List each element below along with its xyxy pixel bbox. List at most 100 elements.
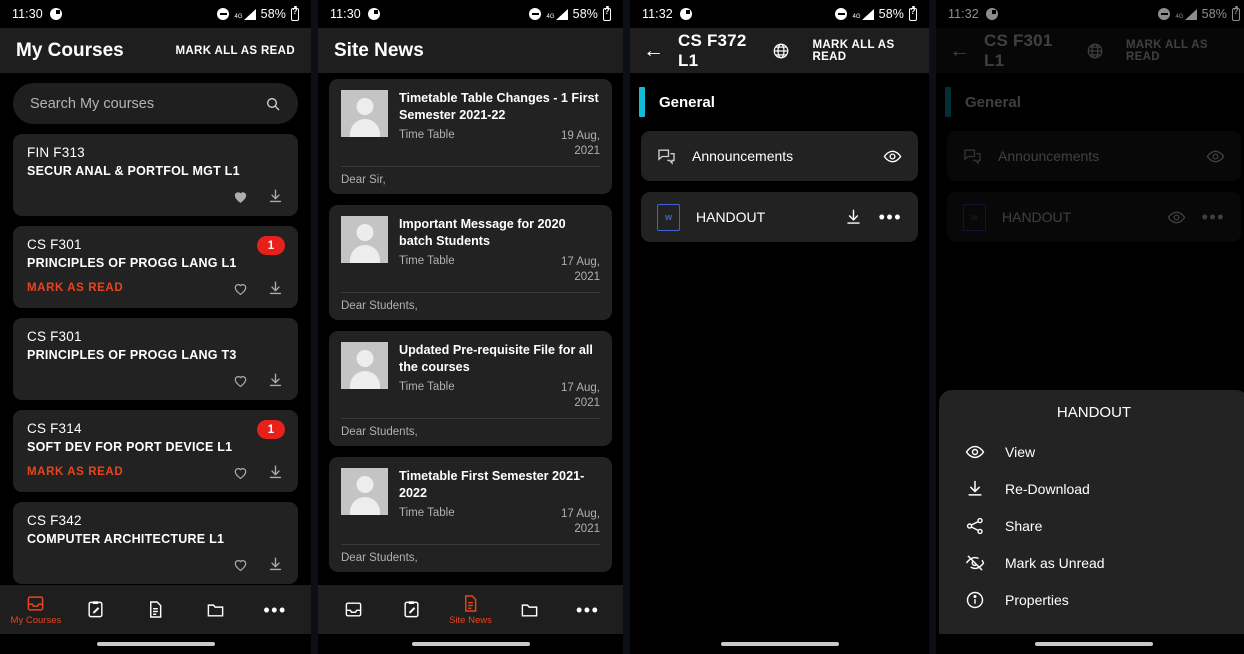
divider: [341, 291, 600, 293]
favorite-heart-filled-icon[interactable]: [232, 188, 249, 205]
globe-icon[interactable]: [772, 42, 790, 60]
forum-icon: [657, 147, 676, 166]
module-list: Announcements w HANDOUT •••: [630, 131, 929, 242]
course-card[interactable]: CS F301 PRINCIPLES OF PROGG LANG T3: [13, 318, 298, 400]
action-re-download[interactable]: Re-Download: [939, 470, 1244, 507]
action-label: Properties: [1005, 591, 1069, 608]
favorite-heart-icon[interactable]: [232, 556, 249, 573]
download-icon[interactable]: [267, 556, 284, 573]
course-card-actions: MARK AS READ: [27, 461, 284, 483]
nav-item-my-courses[interactable]: [324, 600, 383, 619]
avatar: [341, 215, 388, 263]
handout-action-sheet: HANDOUT View Re-Download Share Mark as U…: [939, 390, 1244, 634]
news-card[interactable]: Timetable First Semester 2021-2022 Time …: [329, 456, 612, 572]
home-indicator[interactable]: [1035, 642, 1153, 646]
action-sheet-title: HANDOUT: [1056, 404, 1132, 421]
signal-bars-icon: [243, 8, 256, 20]
word-document-icon: w: [657, 203, 680, 231]
battery-icon: [909, 5, 917, 21]
news-card[interactable]: Updated Pre-requisite File for all the c…: [329, 330, 612, 446]
do-not-disturb-icon: [529, 8, 542, 20]
nav-item-more[interactable]: •••: [245, 601, 305, 619]
mark-as-read-button[interactable]: MARK AS READ: [27, 466, 123, 478]
action-properties[interactable]: Properties: [939, 581, 1244, 618]
panel-divider: [623, 0, 630, 654]
nav-item-assignments[interactable]: [66, 600, 126, 619]
eye-icon[interactable]: [883, 147, 902, 166]
news-card[interactable]: Timetable Table Changes - 1 First Semest…: [329, 79, 612, 194]
search-icon[interactable]: [265, 96, 281, 112]
course-name: COMPUTER ARCHITECTURE L1: [27, 532, 225, 546]
nav-item-files[interactable]: [185, 600, 245, 619]
download-icon[interactable]: [267, 280, 284, 297]
news-card-header: Timetable Table Changes - 1 First Semest…: [341, 90, 600, 158]
signal-bars-icon: [555, 8, 568, 20]
action-mark-as-unread[interactable]: Mark as Unread: [939, 544, 1244, 581]
search-area: Search My courses: [0, 73, 311, 130]
course-card[interactable]: 1 CS F301 PRINCIPLES OF PROGG LANG L1 MA…: [13, 226, 298, 308]
news-card-header: Timetable First Semester 2021-2022 Time …: [341, 467, 600, 536]
news-author: Time Table: [399, 255, 455, 268]
nav-item-assignments[interactable]: [383, 600, 442, 619]
download-icon[interactable]: [844, 208, 863, 227]
news-card-body: Timetable First Semester 2021-2022 Time …: [399, 468, 600, 536]
nav-item-site-news[interactable]: Site News: [441, 594, 500, 626]
status-right: 4G 58%: [529, 5, 611, 21]
app-bar: ← CS F372 L1 MARK ALL AS READ: [630, 28, 929, 73]
info-icon: [965, 590, 985, 610]
module-more-dots-icon[interactable]: •••: [879, 208, 902, 226]
status-right: 4G 58%: [835, 5, 917, 21]
news-snippet: Dear Sir,: [341, 173, 386, 186]
action-share[interactable]: Share: [939, 507, 1244, 544]
nav-item-site-news[interactable]: [126, 600, 186, 619]
favorite-heart-icon[interactable]: [232, 280, 249, 297]
module-announcements[interactable]: Announcements: [641, 131, 918, 181]
action-view[interactable]: View: [939, 433, 1244, 470]
course-card[interactable]: 1 CS F314 SOFT DEV FOR PORT DEVICE L1 MA…: [13, 410, 298, 492]
mark-as-read-button[interactable]: MARK AS READ: [27, 282, 123, 294]
nav-item-files[interactable]: [500, 600, 559, 619]
module-handout[interactable]: w HANDOUT •••: [641, 192, 918, 242]
unread-badge: 1: [257, 420, 285, 439]
news-meta: Time Table 17 Aug, 2021: [399, 507, 600, 536]
nav-label-my-courses: My Courses: [10, 614, 62, 626]
panel-my-courses: 11:30 4G 58% My Courses MARK ALL AS READ…: [0, 0, 311, 654]
more-dots-icon: •••: [575, 599, 600, 620]
battery-percent: 58%: [572, 7, 598, 21]
nav-item-more[interactable]: •••: [558, 599, 617, 620]
panel-course-cs-f301: 11:32 4G 58% ← CS F301 L1: [936, 0, 1244, 654]
course-card[interactable]: FIN F313 SECUR ANAL & PORTFOL MGT L1: [13, 134, 298, 216]
home-indicator[interactable]: [720, 642, 839, 646]
news-meta: Time Table 17 Aug, 2021: [399, 255, 600, 284]
news-date: 17 Aug, 2021: [560, 508, 600, 535]
bottom-navigation: My Courses •••: [0, 585, 311, 634]
course-card[interactable]: CS F342 COMPUTER ARCHITECTURE L1: [13, 502, 298, 584]
home-indicator[interactable]: [96, 642, 215, 646]
signal-bars-icon: [861, 8, 874, 20]
download-icon[interactable]: [267, 188, 284, 205]
app-bar: Site News: [318, 28, 623, 73]
mark-all-as-read-button[interactable]: MARK ALL AS READ: [812, 39, 919, 63]
download-icon[interactable]: [267, 372, 284, 389]
divider: [341, 543, 600, 545]
network-type-label: 4G: [546, 13, 555, 20]
course-card-actions: MARK AS READ: [27, 277, 284, 299]
home-indicator[interactable]: [411, 642, 530, 646]
favorite-heart-icon[interactable]: [232, 372, 249, 389]
divider: [341, 165, 600, 167]
nav-item-my-courses[interactable]: My Courses: [6, 594, 66, 626]
search-input[interactable]: Search My courses: [13, 83, 298, 124]
download-icon[interactable]: [267, 464, 284, 481]
back-arrow-icon[interactable]: ←: [640, 40, 667, 61]
divider: [341, 417, 600, 419]
mark-all-as-read-button[interactable]: MARK ALL AS READ: [175, 45, 295, 57]
news-card[interactable]: Important Message for 2020 batch Student…: [329, 204, 612, 320]
news-snippet: Dear Students,: [341, 299, 418, 312]
favorite-heart-icon[interactable]: [232, 464, 249, 481]
course-name: SOFT DEV FOR PORT DEVICE L1: [27, 440, 233, 454]
news-list: Timetable Table Changes - 1 First Semest…: [318, 73, 623, 572]
status-clock-text: 11:32: [642, 7, 673, 21]
news-title: Timetable Table Changes - 1 First Semest…: [399, 91, 599, 122]
alarm-icon: [367, 8, 380, 20]
course-card-actions: [27, 553, 284, 575]
